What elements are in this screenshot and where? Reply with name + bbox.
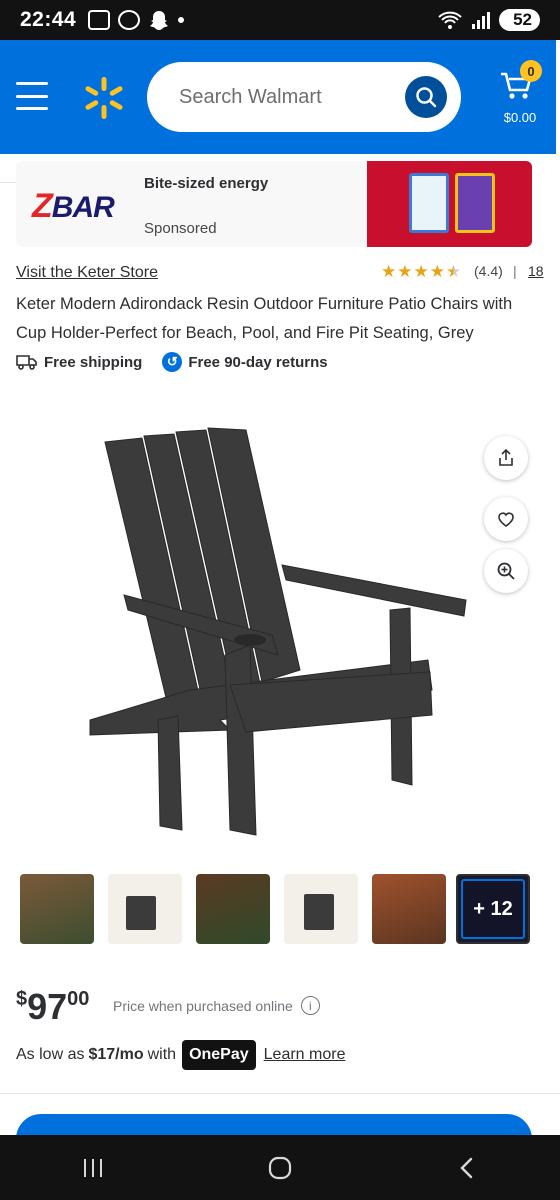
return-icon: ↺ [162, 352, 183, 372]
site-header: 0 $0.00 [0, 40, 556, 154]
product-main-image[interactable] [60, 420, 490, 840]
search-bar[interactable] [147, 62, 461, 132]
ad-sponsored-label: Sponsored [144, 220, 217, 237]
info-icon[interactable]: i [300, 996, 320, 1015]
signal-icon [472, 12, 491, 29]
store-link[interactable]: Visit the Keter Store [16, 264, 158, 282]
fulfillment-perks: Free shipping ↺ Free 90-day returns [16, 352, 328, 372]
search-button[interactable] [405, 76, 447, 118]
screenshot-notification-icon [88, 10, 111, 30]
status-bar: 22:44 52 [0, 0, 560, 40]
divider [0, 1093, 560, 1094]
ad-product-box [455, 173, 495, 233]
sponsored-ad-banner[interactable]: ZBAR Bite-sized energy Sponsored [16, 161, 532, 247]
free-shipping-perk: Free shipping [16, 354, 142, 371]
thumbnail-image[interactable] [108, 874, 182, 944]
cart-button[interactable]: 0 $0.00 [496, 60, 544, 132]
divider [0, 182, 16, 183]
image-thumbnails: + 12 [16, 874, 536, 946]
star-full-icon: ★ [413, 262, 429, 281]
product-title: Keter Modern Adirondack Resin Outdoor Fu… [16, 295, 513, 342]
ad-product-image [367, 161, 532, 247]
snapchat-notification-icon [150, 11, 169, 30]
ad-title: Bite-sized energy [144, 175, 269, 192]
onepay-prefix: As low as [16, 1046, 85, 1063]
hamburger-menu-icon[interactable] [16, 82, 48, 110]
thumbnail-image[interactable] [196, 874, 270, 944]
product-price: $ 97 00 [16, 984, 89, 1028]
home-icon [268, 1156, 292, 1179]
zoom-button[interactable] [484, 549, 528, 593]
back-button[interactable] [437, 1148, 497, 1188]
price-currency: $ [16, 988, 28, 1010]
truck-icon [16, 355, 37, 370]
more-notifications-dot [178, 17, 185, 23]
rating-separator: | [513, 263, 517, 279]
zoom-in-icon [497, 562, 515, 580]
cart-total: $0.00 [503, 110, 537, 125]
recent-apps-icon [84, 1158, 103, 1177]
more-images-count: + 12 [461, 879, 525, 939]
rating-stars[interactable]: ★ ★ ★ ★ ★ [381, 262, 461, 282]
free-returns-label: Free 90-day returns [188, 353, 328, 371]
thumbnail-image[interactable] [20, 874, 94, 944]
search-input[interactable] [179, 85, 379, 109]
price-dollars: 97 [27, 986, 68, 1027]
cart-count-badge: 0 [520, 60, 542, 82]
onepay-financing: As low as $17/mo with OnePay Learn more [16, 1040, 345, 1070]
heart-icon [498, 512, 514, 527]
store-rating-row: Visit the Keter Store ★ ★ ★ ★ ★ (4.4) | … [16, 262, 544, 284]
android-navigation-bar [0, 1135, 560, 1200]
recent-apps-button[interactable] [63, 1148, 123, 1188]
free-returns-perk: ↺ Free 90-day returns [162, 352, 328, 372]
back-icon [459, 1157, 472, 1178]
star-full-icon: ★ [397, 262, 413, 281]
onepay-amount: $17/mo [88, 1046, 144, 1063]
share-icon [499, 448, 513, 466]
search-icon [416, 87, 437, 108]
status-notification-icons [88, 9, 185, 31]
wifi-icon [438, 11, 462, 29]
price-note: Price when purchased online i [113, 996, 320, 1015]
star-half-icon: ★ [446, 262, 462, 281]
rating-value: (4.4) [474, 263, 503, 279]
thumbnail-image[interactable] [372, 874, 446, 944]
learn-more-link[interactable]: Learn more [264, 1046, 346, 1064]
zbar-logo: ZBAR [32, 187, 115, 225]
price-note-text: Price when purchased online [113, 997, 293, 1014]
thumbnail-more-images[interactable]: + 12 [456, 874, 530, 944]
status-time: 22:44 [20, 8, 77, 31]
home-button[interactable] [250, 1148, 310, 1188]
share-button[interactable] [484, 436, 528, 480]
app-notification-icon [118, 10, 141, 30]
battery-indicator: 52 [499, 9, 540, 31]
star-full-icon: ★ [381, 262, 397, 281]
star-full-icon: ★ [429, 262, 445, 281]
ad-product-box [409, 173, 449, 233]
price-cents: 00 [67, 988, 90, 1010]
review-count-link[interactable]: 18 [528, 263, 544, 279]
onepay-with: with [147, 1046, 177, 1063]
free-shipping-label: Free shipping [44, 353, 143, 371]
favorite-button[interactable] [484, 497, 528, 541]
onepay-badge: OnePay [182, 1040, 256, 1070]
thumbnail-image[interactable] [284, 874, 358, 944]
walmart-spark-icon[interactable] [82, 76, 126, 120]
